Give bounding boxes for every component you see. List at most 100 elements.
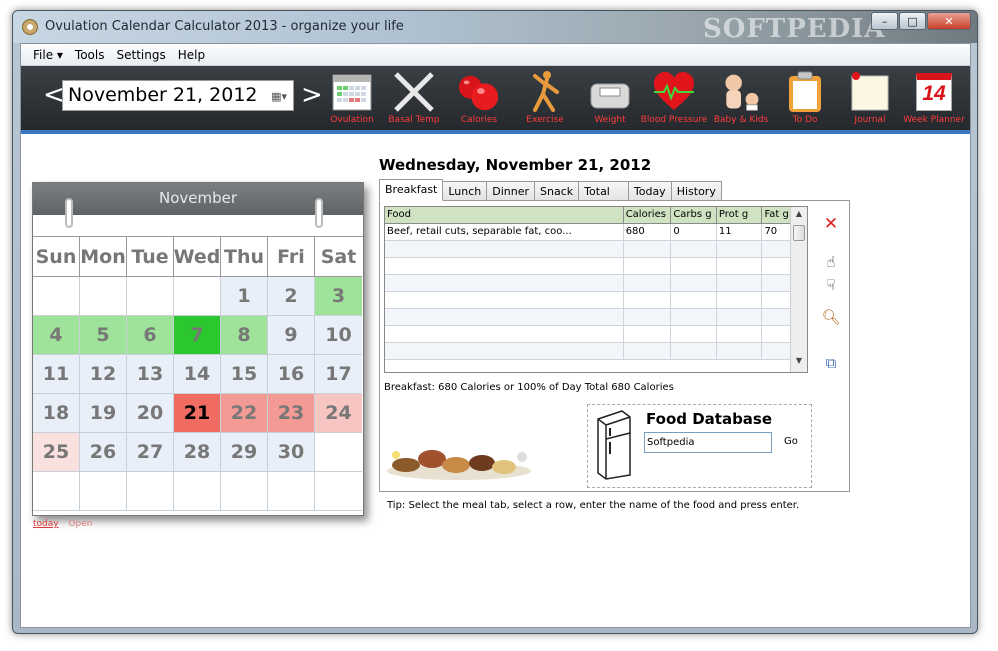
food-search-input[interactable]	[644, 432, 772, 453]
table-cell[interactable]: Beef, retail cuts, separable fat, coo...	[385, 223, 624, 241]
table-cell[interactable]	[623, 308, 672, 326]
calendar-day[interactable]: 9	[268, 316, 315, 355]
calendar-day[interactable]: 2	[268, 277, 315, 316]
table-cell[interactable]: 11	[716, 223, 763, 241]
tool-ovulation[interactable]: Ovulation	[317, 66, 387, 132]
table-cell[interactable]	[716, 274, 763, 292]
tool-exercise[interactable]: Exercise	[510, 66, 580, 132]
table-cell[interactable]	[670, 240, 717, 258]
calendar-day[interactable]: 8	[221, 316, 268, 355]
table-cell[interactable]	[385, 274, 624, 292]
calendar-day[interactable]: 20	[127, 394, 174, 433]
table-cell[interactable]	[670, 325, 717, 343]
table-row[interactable]	[385, 342, 807, 360]
table-cell[interactable]	[385, 325, 624, 343]
col-calories[interactable]: Calories	[623, 207, 672, 224]
grid-scrollbar[interactable]: ▲ ▼	[790, 207, 807, 372]
table-cell[interactable]	[385, 291, 624, 309]
table-row[interactable]: Beef, retail cuts, separable fat, coo...…	[385, 223, 807, 241]
table-cell[interactable]	[716, 257, 763, 275]
today-link[interactable]: today	[33, 519, 59, 529]
table-cell[interactable]	[623, 291, 672, 309]
table-row[interactable]	[385, 325, 807, 343]
table-cell[interactable]	[385, 308, 624, 326]
table-cell[interactable]	[385, 342, 624, 360]
table-cell[interactable]	[623, 325, 672, 343]
tab-history[interactable]: History	[670, 181, 722, 201]
calendar-day[interactable]: 4	[33, 316, 80, 355]
minimize-button[interactable]: –	[871, 12, 898, 30]
table-row[interactable]	[385, 291, 807, 309]
tab-breakfast[interactable]: Breakfast	[379, 179, 444, 201]
table-cell[interactable]: 0	[670, 223, 717, 241]
table-cell[interactable]	[716, 342, 763, 360]
menu-file[interactable]: File ▾	[27, 48, 69, 62]
go-button[interactable]: Go	[784, 436, 798, 447]
calendar-day[interactable]: 29	[221, 433, 268, 472]
calendar-day[interactable]: 25	[33, 433, 80, 472]
calendar-dropdown-icon[interactable]: ▦▾	[271, 90, 287, 103]
calendar-day[interactable]: 1	[221, 277, 268, 316]
table-cell[interactable]	[670, 308, 717, 326]
tool-weight[interactable]: Weight	[575, 66, 645, 132]
calendar-day[interactable]: 11	[33, 355, 80, 394]
table-cell[interactable]	[385, 257, 624, 275]
calendar-day[interactable]: 23	[268, 394, 315, 433]
tab-today[interactable]: Today	[627, 181, 672, 201]
calendar-day[interactable]: 14	[174, 355, 221, 394]
close-button[interactable]: ✕	[927, 12, 971, 30]
scroll-up-icon[interactable]: ▲	[791, 209, 807, 223]
calendar-day[interactable]: 16	[268, 355, 315, 394]
calendar-day[interactable]: 19	[80, 394, 127, 433]
calendar-day[interactable]: 24	[315, 394, 362, 433]
tool-basal-temp[interactable]: Basal Temp	[379, 66, 449, 132]
tab-total[interactable]: Total	[578, 181, 629, 201]
table-row[interactable]	[385, 240, 807, 258]
table-row[interactable]	[385, 274, 807, 292]
tool-todo[interactable]: To Do	[770, 66, 840, 132]
table-cell[interactable]	[623, 342, 672, 360]
thumbs-down-icon[interactable]: ☟	[820, 276, 842, 296]
col-food[interactable]: Food	[385, 207, 624, 224]
delete-icon[interactable]: ✕	[820, 214, 842, 234]
calendar-day[interactable]: 3	[315, 277, 362, 316]
tool-blood-pressure[interactable]: Blood Pressure	[639, 66, 709, 132]
date-picker[interactable]: November 21, 2012 ▦▾	[62, 80, 294, 111]
col-carbs[interactable]: Carbs g	[670, 207, 717, 224]
tool-baby-kids[interactable]: Baby & Kids	[706, 66, 776, 132]
table-cell[interactable]	[623, 240, 672, 258]
calendar-day[interactable]: 15	[221, 355, 268, 394]
calendar-day[interactable]: 30	[268, 433, 315, 472]
calendar-day[interactable]: 28	[174, 433, 221, 472]
menu-help[interactable]: Help	[172, 48, 211, 62]
tool-calories[interactable]: Calories	[444, 66, 514, 132]
calendar-day[interactable]: 26	[80, 433, 127, 472]
table-cell[interactable]	[623, 274, 672, 292]
tab-snack[interactable]: Snack	[534, 181, 580, 201]
calendar-day[interactable]: 18	[33, 394, 80, 433]
table-cell[interactable]	[670, 257, 717, 275]
scroll-thumb[interactable]	[793, 225, 805, 241]
menu-settings[interactable]: Settings	[110, 48, 171, 62]
table-cell[interactable]	[716, 240, 763, 258]
table-cell[interactable]: 680	[623, 223, 672, 241]
table-cell[interactable]	[716, 325, 763, 343]
calendar-day[interactable]: 10	[315, 316, 362, 355]
calendar-day[interactable]: 12	[80, 355, 127, 394]
calendar-day[interactable]: 7	[174, 316, 221, 355]
thumbs-up-icon[interactable]: ☝	[820, 253, 842, 273]
table-cell[interactable]	[716, 291, 763, 309]
maximize-button[interactable]: □	[899, 12, 926, 30]
table-cell[interactable]	[716, 308, 763, 326]
tool-week-planner[interactable]: 14 Week Planner	[899, 66, 969, 132]
tab-lunch[interactable]: Lunch	[442, 181, 488, 201]
copy-icon[interactable]: ⧉	[820, 354, 842, 374]
calendar-day[interactable]: 17	[315, 355, 362, 394]
table-cell[interactable]	[670, 291, 717, 309]
calendar-day[interactable]: 21	[174, 394, 221, 433]
table-cell[interactable]	[385, 240, 624, 258]
table-cell[interactable]	[623, 257, 672, 275]
col-prot[interactable]: Prot g	[716, 207, 763, 224]
table-cell[interactable]	[670, 342, 717, 360]
search-icon[interactable]: 🔍︎	[820, 308, 842, 328]
